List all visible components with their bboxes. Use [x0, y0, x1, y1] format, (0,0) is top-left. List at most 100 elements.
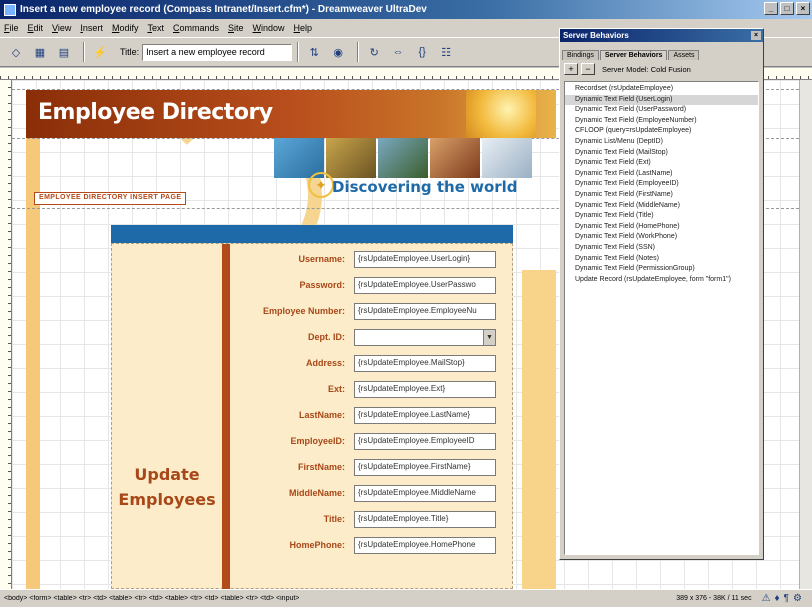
- middlename-field[interactable]: {rsUpdateEmployee.MiddleName: [354, 484, 496, 502]
- right-decor-stripe: [522, 270, 556, 589]
- field-label: EmployeeID:: [290, 436, 345, 446]
- update-form: Update Employees Username: {rsUpdateEmpl…: [111, 243, 513, 589]
- title-field[interactable]: {rsUpdateEmployee.Title}: [354, 510, 496, 528]
- list-item[interactable]: CFLOOP (query=rsUpdateEmployee): [565, 126, 758, 137]
- remove-behavior-button[interactable]: −: [581, 63, 595, 75]
- list-item[interactable]: Dynamic Text Field (Title): [565, 211, 758, 222]
- view-options-icon[interactable]: ☷: [436, 42, 456, 62]
- address-field[interactable]: {rsUpdateEmployee.MailStop}: [354, 354, 496, 372]
- menu-modify[interactable]: Modify: [112, 23, 139, 33]
- list-item[interactable]: Dynamic Text Field (SSN): [565, 243, 758, 254]
- list-item[interactable]: Dynamic Text Field (HomePhone): [565, 222, 758, 233]
- list-item[interactable]: Dynamic Text Field (UserLogin): [565, 94, 758, 106]
- file-management-icon[interactable]: ⇅: [304, 42, 324, 62]
- list-item[interactable]: Update Record (rsUpdateEmployee, form "f…: [565, 275, 758, 286]
- tab-bindings[interactable]: Bindings: [562, 50, 599, 60]
- password-field[interactable]: {rsUpdateEmployee.UserPasswo: [354, 276, 496, 294]
- behaviors-icon[interactable]: ⚙: [793, 593, 802, 604]
- behaviors-list: Recordset (rsUpdateEmployee) Dynamic Tex…: [564, 81, 759, 555]
- form-row-middlename: MiddleName: {rsUpdateEmployee.MiddleName: [230, 480, 514, 506]
- ext-field[interactable]: {rsUpdateEmployee.Ext}: [354, 380, 496, 398]
- close-icon[interactable]: ×: [796, 2, 810, 15]
- list-item[interactable]: Dynamic Text Field (Ext): [565, 158, 758, 169]
- form-row-password: Password: {rsUpdateEmployee.UserPasswo: [230, 272, 514, 298]
- form-row-firstname: FirstName: {rsUpdateEmployee.FirstName}: [230, 454, 514, 480]
- list-item[interactable]: Recordset (rsUpdateEmployee): [565, 84, 758, 95]
- list-item[interactable]: Dynamic Text Field (MailStop): [565, 148, 758, 159]
- list-item[interactable]: Dynamic Text Field (MiddleName): [565, 201, 758, 212]
- list-item[interactable]: Dynamic Text Field (EmployeeID): [565, 179, 758, 190]
- tab-assets[interactable]: Assets: [668, 50, 700, 60]
- form-row-ext: Ext: {rsUpdateEmployee.Ext}: [230, 376, 514, 402]
- menu-view[interactable]: View: [52, 23, 71, 33]
- chevron-down-icon[interactable]: ▼: [483, 329, 495, 345]
- tag-selector[interactable]: <body> <form> <table> <tr> <td> <table> …: [4, 595, 676, 602]
- menu-commands[interactable]: Commands: [173, 23, 219, 33]
- side-heading-cell: Update Employees: [112, 244, 222, 589]
- menu-insert[interactable]: Insert: [80, 23, 103, 33]
- list-item[interactable]: Dynamic List/Menu (DeptID): [565, 137, 758, 148]
- list-item[interactable]: Dynamic Text Field (LastName): [565, 169, 758, 180]
- site-icon[interactable]: ⚠: [762, 593, 771, 604]
- field-label: Title:: [323, 514, 345, 524]
- add-behavior-button[interactable]: +: [564, 63, 578, 75]
- employeeid-field[interactable]: {rsUpdateEmployee.EmployeeID: [354, 432, 496, 450]
- field-label: Employee Number:: [262, 306, 345, 316]
- preview-browser-icon[interactable]: ◉: [328, 42, 348, 62]
- list-item[interactable]: Dynamic Text Field (FirstName): [565, 190, 758, 201]
- html-styles-icon[interactable]: ¶: [784, 593, 789, 604]
- vertical-ruler: [0, 80, 12, 589]
- window-size-readout[interactable]: 389 x 376 - 38K / 11 sec: [676, 595, 751, 602]
- form-header-bar: [111, 225, 513, 243]
- toolbar-separator: [297, 42, 300, 62]
- homephone-field[interactable]: {rsUpdateEmployee.HomePhone: [354, 536, 496, 554]
- form-divider: [222, 244, 230, 589]
- assets-icon[interactable]: ♦: [775, 593, 780, 604]
- reference-icon[interactable]: ⇔: [388, 42, 408, 62]
- form-row-employeeid: EmployeeID: {rsUpdateEmployee.EmployeeID: [230, 428, 514, 454]
- tab-server-behaviors[interactable]: Server Behaviors: [599, 50, 668, 60]
- list-item[interactable]: Dynamic Text Field (UserPassword): [565, 105, 758, 116]
- menu-window[interactable]: Window: [253, 23, 285, 33]
- field-label: FirstName:: [297, 462, 345, 472]
- minimize-icon[interactable]: _: [764, 2, 778, 15]
- toolbar-separator: [357, 42, 360, 62]
- menu-help[interactable]: Help: [294, 23, 313, 33]
- server-model-label: Server Model: Cold Fusion: [602, 64, 691, 74]
- menu-file[interactable]: File: [4, 23, 19, 33]
- list-item[interactable]: Dynamic Text Field (WorkPhone): [565, 232, 758, 243]
- insert-page-label: EMPLOYEE DIRECTORY INSERT PAGE: [34, 192, 187, 205]
- list-item[interactable]: Dynamic Text Field (EmployeeNumber): [565, 116, 758, 127]
- form-row-lastname: LastName: {rsUpdateEmployee.LastName}: [230, 402, 514, 428]
- panel-titlebar[interactable]: Server Behaviors ×: [560, 29, 763, 42]
- lastname-field[interactable]: {rsUpdateEmployee.LastName}: [354, 406, 496, 424]
- split-view-icon[interactable]: ▦: [30, 42, 50, 62]
- list-item[interactable]: Dynamic Text Field (Notes): [565, 254, 758, 265]
- list-item[interactable]: Dynamic Text Field (PermissionGroup): [565, 264, 758, 275]
- tagline: Discovering the world: [332, 178, 518, 196]
- panel-tabs: Bindings Server Behaviors Assets: [562, 44, 761, 60]
- code-navigation-icon[interactable]: {}: [412, 42, 432, 62]
- menu-text[interactable]: Text: [147, 23, 164, 33]
- maximize-icon[interactable]: □: [780, 2, 794, 15]
- title-label: Title:: [120, 47, 140, 57]
- form-row-dept-id: Dept. ID: ▼: [230, 324, 514, 350]
- firstname-field[interactable]: {rsUpdateEmployee.FirstName}: [354, 458, 496, 476]
- close-icon[interactable]: ×: [751, 31, 761, 40]
- window-title: Insert a new employee record (Compass In…: [20, 4, 427, 15]
- menu-edit[interactable]: Edit: [28, 23, 44, 33]
- field-label: Username:: [298, 254, 345, 264]
- refresh-icon[interactable]: ↻: [364, 42, 384, 62]
- page-title-input[interactable]: Insert a new employee record: [142, 43, 293, 61]
- dept-id-select[interactable]: ▼: [354, 328, 496, 346]
- server-behaviors-panel: Server Behaviors × Bindings Server Behav…: [559, 28, 764, 560]
- menu-site[interactable]: Site: [228, 23, 244, 33]
- employee-number-field[interactable]: {rsUpdateEmployee.EmployeeNu: [354, 302, 496, 320]
- username-field[interactable]: {rsUpdateEmployee.UserLogin}: [354, 250, 496, 268]
- kayaking-photo: [430, 138, 480, 178]
- live-data-icon[interactable]: ⚡: [90, 42, 110, 62]
- banner-sun-graphic: [466, 90, 536, 138]
- design-view-icon[interactable]: ▤: [54, 42, 74, 62]
- vertical-scrollbar[interactable]: [799, 80, 812, 589]
- code-view-icon[interactable]: ◇: [6, 42, 26, 62]
